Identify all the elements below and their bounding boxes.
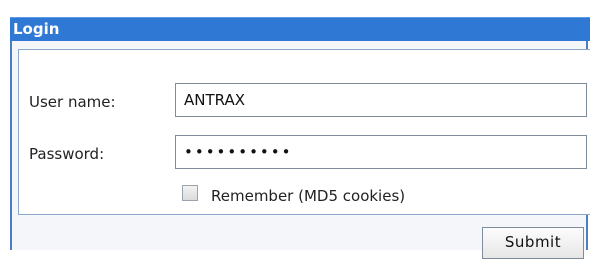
login-panel: Login User name: Password: Remember (MD5…	[10, 17, 590, 259]
password-label: Password:	[29, 145, 105, 163]
checkbox-box	[182, 185, 198, 201]
password-input[interactable]	[175, 135, 587, 169]
login-form: User name: Password: Remember (MD5 cooki…	[18, 49, 590, 215]
panel-title: Login	[13, 20, 60, 38]
username-label: User name:	[29, 93, 116, 111]
remember-label: Remember (MD5 cookies)	[211, 187, 406, 205]
remember-checkbox[interactable]	[182, 185, 200, 203]
submit-button[interactable]: Submit	[482, 227, 584, 259]
panel-header: Login	[10, 17, 590, 41]
username-input[interactable]	[175, 83, 587, 117]
